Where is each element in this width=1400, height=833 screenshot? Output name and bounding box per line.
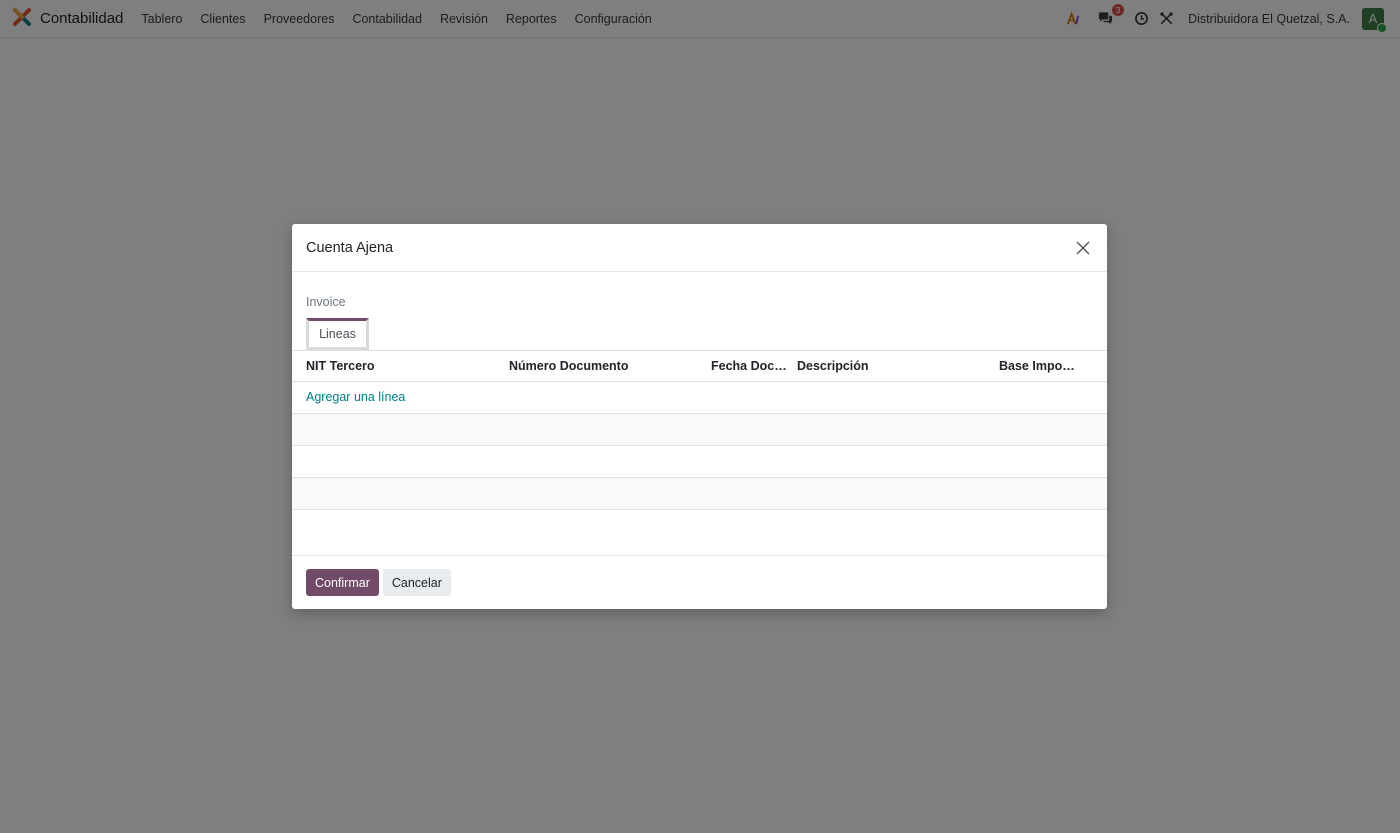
column-fecha-documento[interactable]: Fecha Docu... xyxy=(711,351,789,382)
invoice-field-label: Invoice xyxy=(306,295,346,309)
column-numero-documento[interactable]: Número Documento xyxy=(509,351,699,382)
empty-row xyxy=(292,446,1107,478)
empty-row xyxy=(292,414,1107,446)
lines-table: NIT Tercero Número Documento Fecha Docu.… xyxy=(292,350,1107,510)
column-base-imponible[interactable]: Base Imponi... xyxy=(999,351,1079,382)
cancel-button[interactable]: Cancelar xyxy=(382,569,451,596)
column-descripcion[interactable]: Descripción xyxy=(797,351,987,382)
dialog-header: Cuenta Ajena xyxy=(292,224,1107,272)
add-line-link[interactable]: Agregar una línea xyxy=(306,382,405,413)
confirm-button[interactable]: Confirmar xyxy=(306,569,379,596)
add-line-row: Agregar una línea xyxy=(292,382,1107,414)
close-icon xyxy=(1076,241,1090,254)
close-button[interactable] xyxy=(1073,238,1093,258)
dialog-footer: Confirmar Cancelar xyxy=(292,555,1107,609)
column-nit-tercero[interactable]: NIT Tercero xyxy=(306,351,496,382)
cuenta-ajena-dialog: Cuenta Ajena Invoice Lineas NIT Tercero … xyxy=(292,224,1107,609)
dialog-title: Cuenta Ajena xyxy=(306,239,394,256)
table-header: NIT Tercero Número Documento Fecha Docu.… xyxy=(292,350,1107,382)
tab-lineas[interactable]: Lineas xyxy=(306,318,369,350)
empty-row xyxy=(292,478,1107,510)
